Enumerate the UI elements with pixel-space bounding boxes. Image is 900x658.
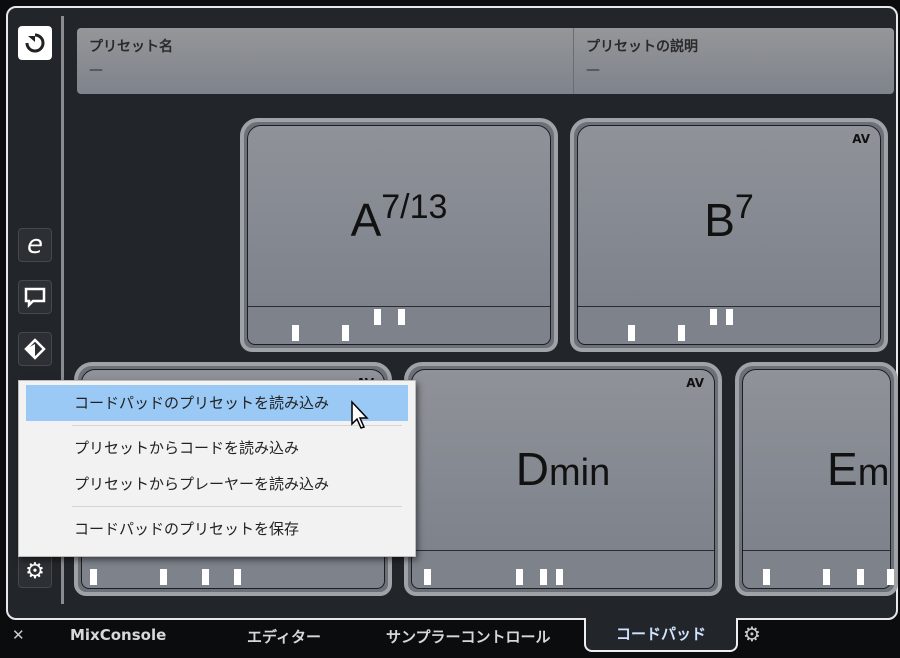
note: [160, 569, 167, 585]
note: [857, 569, 864, 585]
e-icon: e: [27, 230, 43, 260]
preset-name-label: プリセット名: [89, 39, 173, 55]
power-reset-icon: [25, 33, 45, 53]
preset-button[interactable]: [18, 332, 52, 366]
chord-ext: 7: [734, 188, 754, 226]
speech-bubble-icon: [24, 287, 46, 308]
comment-button[interactable]: [18, 280, 52, 314]
preset-description[interactable]: プリセットの説明 —: [574, 28, 894, 94]
mouse-cursor-icon: [351, 400, 369, 429]
preset-name-value: —: [89, 62, 103, 78]
chord-pad[interactable]: AV B7: [570, 118, 888, 352]
menu-item-load-players-from-preset[interactable]: プリセットからプレーヤーを読み込み: [26, 466, 408, 502]
voicing-strip: [412, 550, 714, 588]
note: [763, 569, 770, 585]
chord-ext: 7/13: [381, 188, 448, 226]
note: [424, 569, 431, 585]
chord-root: D: [515, 443, 549, 495]
reset-button[interactable]: [18, 26, 52, 60]
chord-ext: min: [549, 452, 611, 494]
gear-icon: ⚙: [25, 558, 45, 584]
voicing-strip: [743, 550, 894, 588]
pad-badge: AV: [852, 132, 870, 146]
chord-root: B: [704, 194, 735, 246]
close-icon[interactable]: ✕: [12, 626, 25, 644]
cube-icon: [24, 338, 46, 360]
gear-icon[interactable]: ⚙: [743, 622, 761, 646]
pad-badge: AV: [686, 376, 704, 390]
chord-name: A7/13: [248, 188, 550, 247]
preset-header: プリセット名 — プリセットの説明 —: [77, 28, 894, 94]
chord-root: E: [827, 443, 858, 495]
voicing-strip: [248, 306, 550, 344]
note: [556, 569, 563, 585]
chord-name: Dmin: [412, 442, 714, 496]
note: [516, 569, 523, 585]
chord-pad[interactable]: A7/13: [240, 118, 558, 352]
note: [887, 569, 894, 585]
note: [710, 309, 717, 325]
voicing-strip: [578, 306, 880, 344]
note: [628, 325, 635, 341]
chord-root: A: [350, 194, 382, 246]
tab-chord-pads[interactable]: コードパッド: [584, 618, 738, 652]
chord-name: B7: [578, 188, 880, 247]
note: [90, 569, 97, 585]
tab-sampler-control[interactable]: サンプラーコントロール: [386, 626, 551, 647]
editor-button[interactable]: e: [18, 228, 52, 262]
preset-desc-label: プリセットの説明: [586, 39, 698, 55]
preset-name[interactable]: プリセット名 —: [77, 28, 574, 94]
menu-item-load-chords-from-preset[interactable]: プリセットからコードを読み込み: [26, 430, 408, 466]
menu-item-save-chord-pad-preset[interactable]: コードパッドのプリセットを保存: [26, 511, 408, 547]
note: [342, 325, 349, 341]
note: [292, 325, 299, 341]
note: [398, 309, 405, 325]
tab-mixconsole[interactable]: MixConsole: [70, 626, 166, 644]
note: [678, 325, 685, 341]
chord-pad[interactable]: Em: [735, 362, 898, 596]
preset-desc-value: —: [586, 62, 600, 78]
note: [234, 569, 241, 585]
note: [202, 569, 209, 585]
settings-button[interactable]: ⚙: [18, 554, 52, 588]
note: [540, 569, 547, 585]
chord-name: Em: [827, 442, 889, 496]
chord-pad[interactable]: AV Dmin: [404, 362, 722, 596]
chord-ext: m: [857, 452, 890, 494]
bottom-tab-bar: ✕ MixConsole エディター サンプラーコントロール コードパッド ⚙: [0, 618, 900, 658]
menu-separator: [72, 506, 402, 507]
note: [726, 309, 733, 325]
note: [823, 569, 830, 585]
note: [374, 309, 381, 325]
tab-editor[interactable]: エディター: [247, 626, 321, 647]
